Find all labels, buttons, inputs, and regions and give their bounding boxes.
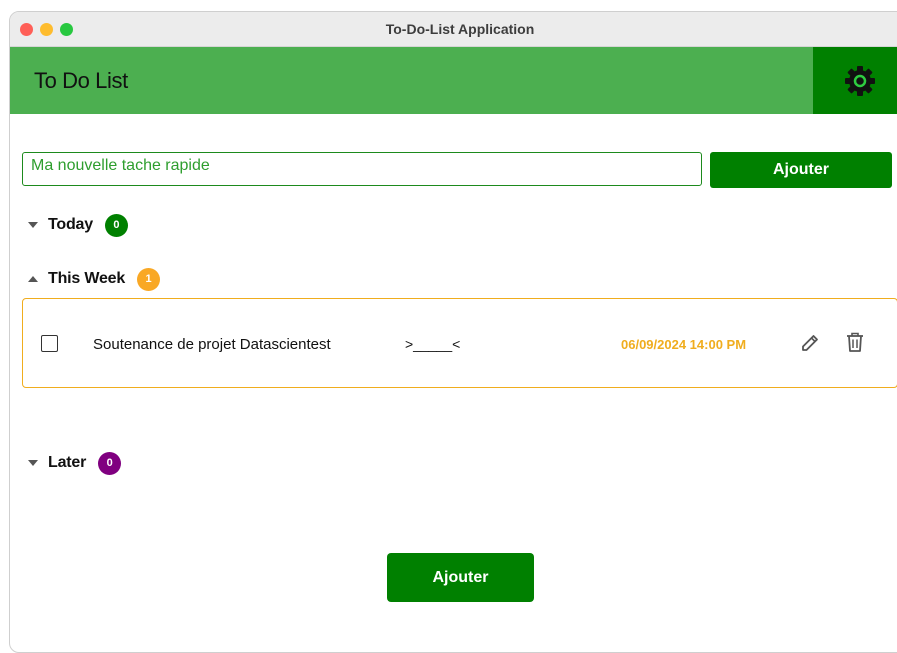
task-title: Soutenance de projet Datascientest (93, 336, 331, 353)
section-this-week-count-badge: 1 (137, 267, 161, 291)
add-task-button[interactable]: Ajouter (387, 553, 534, 602)
section-this-week-header[interactable]: This Week 1 (28, 266, 161, 292)
app-header: To Do List (10, 47, 813, 114)
app-window: To-Do-List Application To Do List Ajoute… (9, 11, 897, 653)
section-later-count-badge: 0 (98, 451, 122, 475)
page-title: To Do List (34, 68, 128, 93)
trash-icon[interactable] (845, 331, 865, 353)
task-note: >_____< (405, 336, 461, 352)
section-today-count-badge: 0 (104, 213, 128, 237)
section-today-label: Today (48, 216, 93, 233)
section-this-week-label: This Week (48, 270, 126, 287)
chevron-up-icon (28, 276, 38, 282)
section-later-header[interactable]: Later 0 (28, 450, 122, 476)
gear-icon (845, 66, 875, 96)
task-checkbox[interactable] (41, 335, 58, 352)
task-card: Soutenance de projet Datascientest >____… (22, 298, 897, 388)
chevron-down-icon (28, 222, 38, 228)
quick-add-button[interactable]: Ajouter (710, 152, 892, 188)
window-title: To-Do-List Application (385, 21, 535, 37)
chevron-down-icon (28, 460, 38, 466)
pencil-icon[interactable] (799, 332, 821, 354)
settings-button[interactable] (813, 47, 897, 114)
task-due-date: 06/09/2024 14:00 PM (621, 337, 747, 352)
section-later-label: Later (48, 454, 87, 471)
quick-task-input[interactable] (22, 152, 702, 186)
section-today-header[interactable]: Today 0 (28, 212, 128, 238)
title-bar: To-Do-List Application (10, 12, 897, 47)
